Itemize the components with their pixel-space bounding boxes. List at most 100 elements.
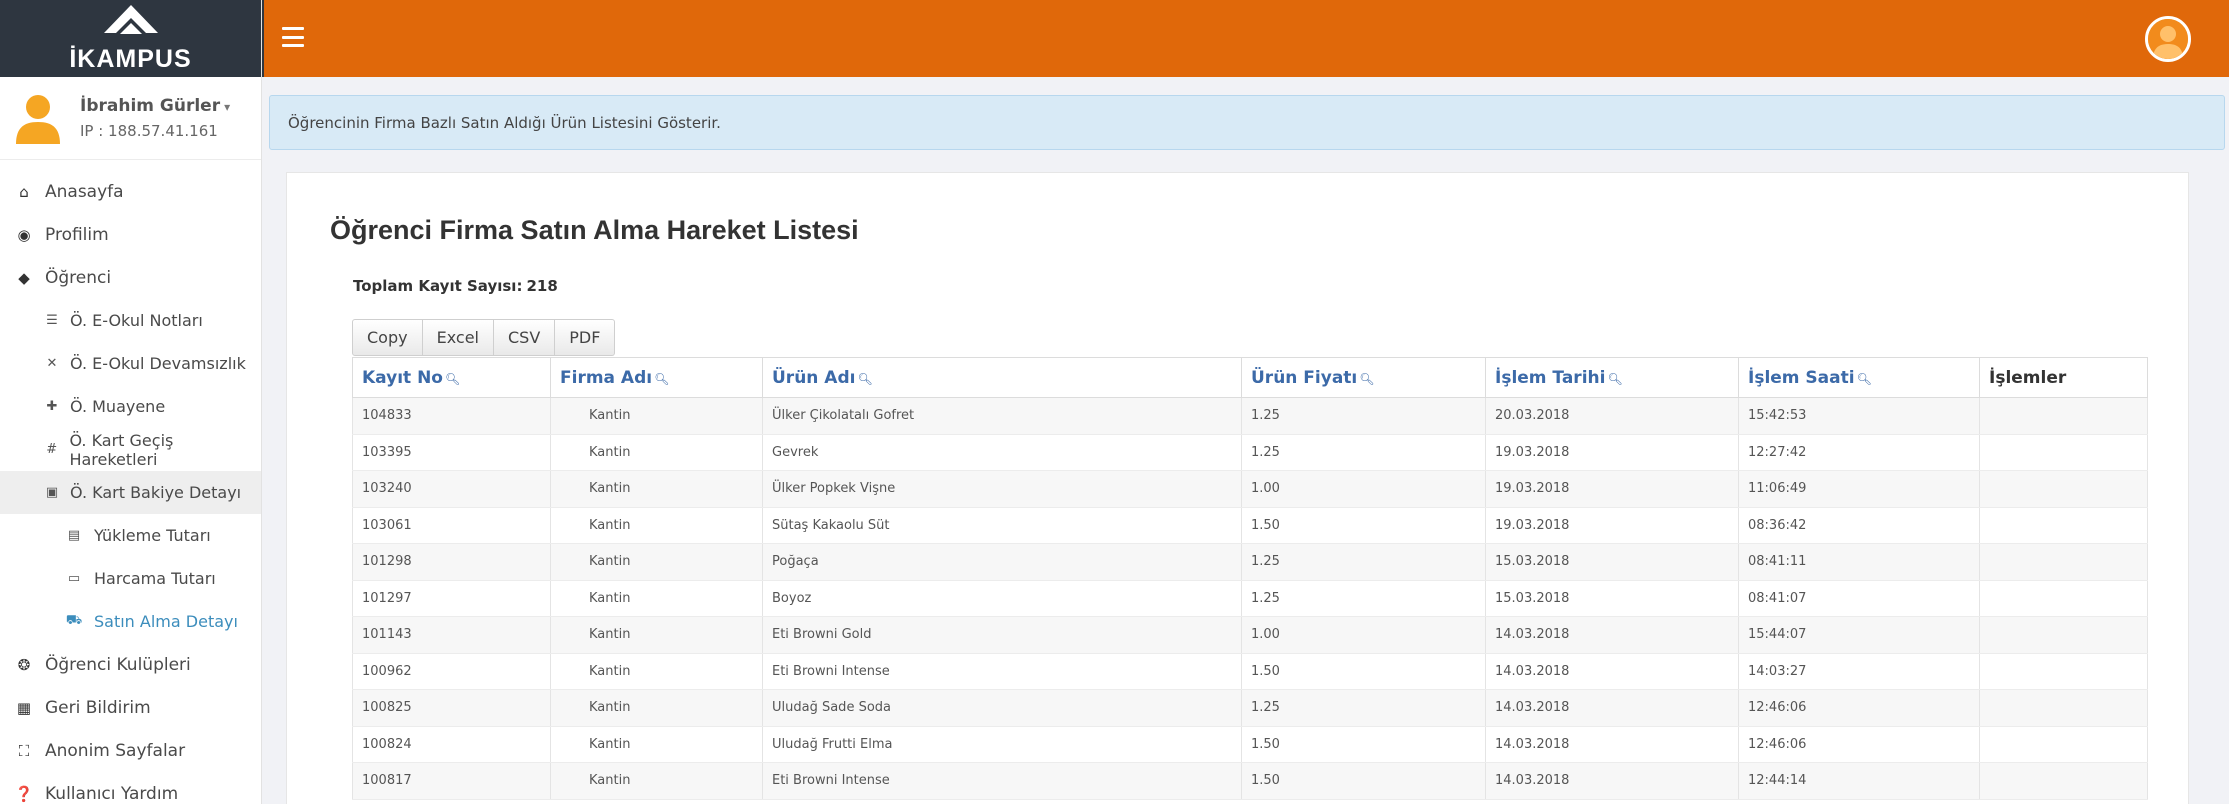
sidebar-item-eokul-devamsizlik[interactable]: ✕ Ö. E-Okul Devamsızlık	[0, 342, 261, 385]
cell-urun-fiyati: 1.50	[1241, 653, 1486, 690]
sidebar-item-profilim[interactable]: ◉ Profilim	[0, 213, 261, 256]
cell-islem-tarihi: 14.03.2018	[1485, 762, 1739, 800]
cell-islemler[interactable]	[1979, 762, 2148, 800]
cell-firma-adi: Kantin	[550, 653, 763, 690]
group-icon: ❂	[17, 655, 31, 674]
logo[interactable]: İKAMPUS	[0, 0, 261, 77]
cell-urun-fiyati: 1.50	[1241, 507, 1486, 544]
logo-text: İKAMPUS	[69, 45, 192, 73]
column-header-islem-tarihi[interactable]: İşlem Tarihi 🔍︎	[1485, 357, 1739, 398]
cell-islem-tarihi: 14.03.2018	[1485, 689, 1739, 727]
cell-islem-tarihi: 20.03.2018	[1485, 397, 1739, 435]
sidebar-item-geri-bildirim[interactable]: ▦ Geri Bildirim	[0, 686, 261, 729]
cell-kayit-no: 101297	[352, 580, 551, 617]
cell-urun-fiyati: 1.25	[1241, 397, 1486, 435]
csv-button[interactable]: CSV	[493, 319, 556, 356]
cell-islem-saati: 11:06:49	[1738, 470, 1980, 508]
caret-down-icon: ▾	[224, 100, 231, 114]
cell-urun-adi: Boyoz	[762, 580, 1242, 617]
table-row[interactable]: 100962 Kantin Eti Browni Intense 1.50 14.03.…	[352, 653, 2148, 690]
cell-islem-saati: 12:44:14	[1738, 762, 1980, 800]
search-icon: 🔍︎	[1359, 371, 1375, 386]
top-user-avatar[interactable]	[2145, 16, 2191, 62]
cell-islemler[interactable]	[1979, 397, 2148, 435]
sidebar-item-anasayfa[interactable]: ⌂ Anasayfa	[0, 170, 261, 213]
question-icon: ❓	[14, 784, 34, 803]
cell-urun-adi: Eti Browni Intense	[762, 762, 1242, 800]
sidebar-item-ogrenci[interactable]: ◆ Öğrenci	[0, 256, 261, 299]
excel-button[interactable]: Excel	[422, 319, 494, 356]
cell-kayit-no: 103061	[352, 507, 551, 544]
cell-urun-fiyati: 1.50	[1241, 726, 1486, 763]
top-navbar	[262, 0, 2229, 77]
cell-firma-adi: Kantin	[550, 397, 763, 435]
cell-urun-adi: Gevrek	[762, 434, 1242, 471]
cell-kayit-no: 101298	[352, 543, 551, 581]
cell-islem-tarihi: 15.03.2018	[1485, 580, 1739, 617]
table-row[interactable]: 101143 Kantin Eti Browni Gold 1.00 14.03.201…	[352, 616, 2148, 654]
user-name[interactable]: İbrahim Gürler ▾	[80, 96, 230, 116]
cell-firma-adi: Kantin	[550, 434, 763, 471]
cell-urun-fiyati: 1.25	[1241, 580, 1486, 617]
table-row[interactable]: 101298 Kantin Poğaça 1.25 15.03.2018 08:41:11	[352, 543, 2148, 581]
cell-islem-saati: 12:46:06	[1738, 726, 1980, 763]
table-row[interactable]: 104833 Kantin Ülker Çikolatalı Gofret 1.25 2…	[352, 397, 2148, 435]
cell-islemler[interactable]	[1979, 507, 2148, 544]
hamburger-menu-icon[interactable]	[282, 27, 304, 47]
sidebar-item-satin-alma[interactable]: ⛟ Satın Alma Detayı	[0, 600, 261, 643]
purchase-table-wrapper: Kayıt No 🔍︎ Firma Adı 🔍︎ Ürün Adı 🔍︎ Ürün F…	[352, 357, 2148, 800]
sidebar-item-muayene[interactable]: ✚ Ö. Muayene	[0, 385, 261, 428]
column-header-kayit-no[interactable]: Kayıt No 🔍︎	[352, 357, 551, 398]
table-row[interactable]: 101297 Kantin Boyoz 1.25 15.03.2018 08:41:07	[352, 580, 2148, 617]
sidebar-item-anonim[interactable]: ⛶ Anonim Sayfalar	[0, 729, 261, 772]
table-row[interactable]: 100817 Kantin Eti Browni Intense 1.50 14.03.…	[352, 762, 2148, 800]
sidebar-item-yukleme-tutari[interactable]: ▤ Yükleme Tutarı	[0, 514, 261, 557]
cell-islemler[interactable]	[1979, 580, 2148, 617]
column-header-urun-adi[interactable]: Ürün Adı 🔍︎	[762, 357, 1242, 398]
cell-islem-tarihi: 14.03.2018	[1485, 726, 1739, 763]
pdf-button[interactable]: PDF	[555, 319, 616, 356]
cell-kayit-no: 103395	[352, 434, 551, 471]
cell-urun-adi: Poğaça	[762, 543, 1242, 581]
cell-firma-adi: Kantin	[550, 762, 763, 800]
sidebar-menu: ⌂ Anasayfa ◉ Profilim ◆ Öğrenci ☰ Ö. E-Okul …	[0, 160, 261, 804]
home-icon: ⌂	[19, 182, 29, 201]
sidebar-item-kulupler[interactable]: ❂ Öğrenci Kulüpleri	[0, 643, 261, 686]
sidebar-item-eokul-notlari[interactable]: ☰ Ö. E-Okul Notları	[0, 299, 261, 342]
sidebar-item-yardim[interactable]: ❓ Kullanıcı Yardım	[0, 772, 261, 804]
table-row[interactable]: 103061 Kantin Sütaş Kakaolu Süt 1.50 19.03.2…	[352, 507, 2148, 544]
stethoscope-icon: ✚	[46, 399, 58, 414]
column-header-firma-adi[interactable]: Firma Adı 🔍︎	[550, 357, 763, 398]
copy-button[interactable]: Copy	[352, 319, 423, 356]
cell-islemler[interactable]	[1979, 470, 2148, 508]
export-buttons: Copy Excel CSV PDF	[352, 319, 616, 356]
column-header-islem-saati[interactable]: İşlem Saati 🔍︎	[1738, 357, 1980, 398]
user-circle-icon: ◉	[17, 225, 31, 244]
search-icon: 🔍︎	[1856, 371, 1872, 386]
cell-islemler[interactable]	[1979, 616, 2148, 654]
table-row[interactable]: 103240 Kantin Ülker Popkek Vişne 1.00 19.03.…	[352, 470, 2148, 508]
cell-islemler[interactable]	[1979, 726, 2148, 763]
cell-urun-adi: Uludağ Frutti Elma	[762, 726, 1242, 763]
table-row[interactable]: 100825 Kantin Uludağ Sade Soda 1.25 14.03.20…	[352, 689, 2148, 727]
bill-icon: ▤	[67, 528, 81, 543]
cell-urun-fiyati: 1.25	[1241, 689, 1486, 727]
list-icon: ☰	[46, 313, 58, 328]
info-callout: Öğrencinin Firma Bazlı Satın Aldığı Ürün…	[269, 95, 2225, 150]
table-row[interactable]: 103395 Kantin Gevrek 1.25 19.03.2018 12:27:42	[352, 434, 2148, 471]
cell-islemler[interactable]	[1979, 653, 2148, 690]
cell-islemler[interactable]	[1979, 689, 2148, 727]
cell-kayit-no: 100824	[352, 726, 551, 763]
cell-islemler[interactable]	[1979, 434, 2148, 471]
column-header-urun-fiyati[interactable]: Ürün Fiyatı 🔍︎	[1241, 357, 1486, 398]
cell-islem-saati: 08:41:11	[1738, 543, 1980, 581]
user-panel[interactable]: İbrahim Gürler ▾ IP : 188.57.41.161	[0, 77, 261, 160]
table-row[interactable]: 100824 Kantin Uludağ Frutti Elma 1.50 14.03.…	[352, 726, 2148, 763]
cell-islemler[interactable]	[1979, 543, 2148, 581]
cell-islem-tarihi: 15.03.2018	[1485, 543, 1739, 581]
feedback-icon: ▦	[16, 698, 32, 717]
sidebar-item-kart-bakiye[interactable]: ▣ Ö. Kart Bakiye Detayı	[0, 471, 261, 514]
cell-kayit-no: 101143	[352, 616, 551, 654]
sidebar-item-kart-gecis[interactable]: # Ö. Kart Geçiş Hareketleri	[0, 428, 261, 471]
sidebar-item-harcama-tutari[interactable]: ▭ Harcama Tutarı	[0, 557, 261, 600]
